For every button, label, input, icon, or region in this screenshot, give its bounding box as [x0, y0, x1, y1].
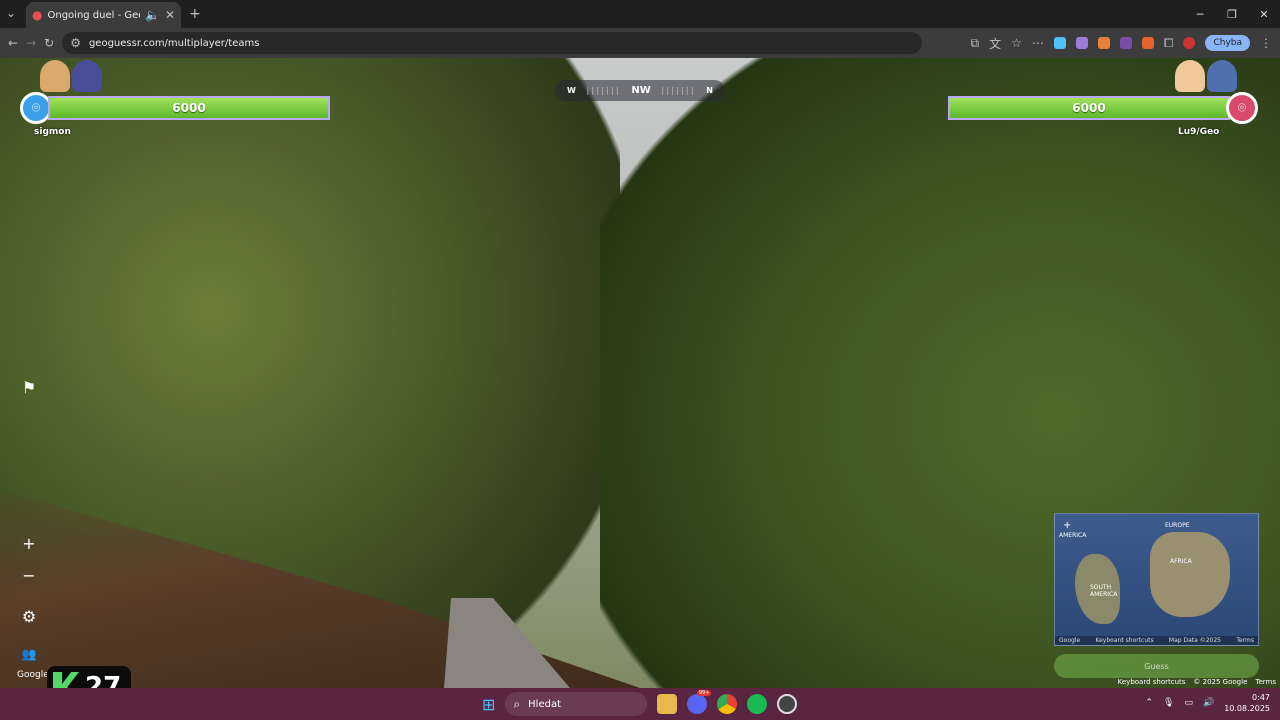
browser-tab-strip: ⌄ ● Ongoing duel - GeoGuessr 🔈 ✕ + ─ ❐ ✕	[0, 0, 1280, 28]
map-label-south-america: SOUTH AMERICA	[1090, 584, 1118, 598]
right-team-health: 6000 ⌾	[948, 92, 1258, 124]
clock-date: 10.08.2025	[1224, 704, 1270, 713]
network-icon[interactable]: ▭	[1184, 698, 1193, 708]
health-bar-right: 6000	[948, 96, 1230, 120]
extension-5-icon[interactable]	[1141, 37, 1154, 49]
minimap-expand-icon[interactable]: +	[1063, 520, 1071, 531]
right-team-avatars	[1175, 60, 1237, 92]
url-bar[interactable]: ⚙ geoguessr.com/multiplayer/teams	[62, 32, 923, 54]
terms-link[interactable]: Terms	[1255, 678, 1276, 686]
forward-arrow-icon[interactable]: →	[26, 36, 36, 50]
profile-error-button[interactable]: Chyba	[1205, 35, 1250, 51]
system-clock[interactable]: 0:47 10.08.2025	[1224, 692, 1270, 714]
player-avatar	[1175, 60, 1205, 92]
extension-more-icon[interactable]: ⋯	[1032, 36, 1044, 50]
taskbar-search[interactable]: ⌕ Hledat	[505, 692, 648, 716]
window-controls: ─ ❐ ✕	[1184, 0, 1280, 28]
compass-west: W	[567, 86, 576, 95]
compass: W ||||||| NW ||||||| N	[555, 80, 725, 101]
search-placeholder: Hledat	[528, 698, 561, 710]
minimap-google-logo: Google	[1059, 637, 1081, 644]
back-arrow-icon[interactable]: ←	[8, 36, 18, 50]
health-bar-left: 6000	[48, 96, 330, 120]
extension-3-icon[interactable]	[1097, 37, 1110, 49]
map-label-europe: EUROPE	[1165, 522, 1190, 529]
bookmark-star-icon[interactable]: ☆	[1011, 36, 1022, 50]
guess-button[interactable]: Guess	[1054, 654, 1259, 678]
player-avatar	[72, 60, 102, 92]
player-avatar	[40, 60, 70, 92]
browser-toolbar: ← → ↻ ⚙ geoguessr.com/multiplayer/teams …	[0, 28, 1280, 58]
player-name-right: Lu9/Geo	[1178, 127, 1220, 137]
compass-north: N	[706, 86, 713, 95]
zoom-in-icon[interactable]: +	[16, 530, 42, 556]
minimize-icon[interactable]: ─	[1184, 0, 1216, 28]
install-app-icon[interactable]: ⧉	[970, 36, 979, 51]
extensions-area: ⧉ 文 ☆ ⋯ ⧠ Chyba ⋮	[970, 35, 1280, 52]
reload-icon[interactable]: ↻	[44, 36, 54, 50]
map-label-america: AMERICA	[1059, 532, 1087, 539]
zoom-out-icon[interactable]: −	[16, 562, 42, 588]
extension-4-icon[interactable]	[1119, 37, 1132, 49]
discord-badge: 99+	[696, 690, 712, 696]
street-view-footer: Keyboard shortcuts © 2025 Google Terms	[1118, 678, 1276, 686]
map-label-africa: AFRICA	[1170, 558, 1192, 565]
browser-menu-icon[interactable]: ⋮	[1260, 36, 1272, 50]
system-tray: ⌃ 🎙 ▭ 🔊 0:47 10.08.2025	[1145, 692, 1270, 714]
minimap-footer: Google Keyboard shortcuts Map Data ©2025…	[1055, 636, 1258, 645]
windows-taskbar: ⊞ ⌕ Hledat 99+ ⌃ 🎙 ▭ 🔊 0:47 10.08.2025	[0, 688, 1280, 720]
app-icon[interactable]	[777, 694, 798, 714]
close-window-icon[interactable]: ✕	[1248, 0, 1280, 28]
discord-icon[interactable]: 99+	[687, 690, 712, 714]
geoguessr-favicon-icon: ●	[32, 8, 43, 22]
minimap-shortcuts[interactable]: Keyboard shortcuts	[1095, 637, 1153, 644]
spotify-icon[interactable]	[747, 694, 768, 714]
tab-audio-icon[interactable]: 🔈	[145, 8, 160, 22]
minimap-mapdata: Map Data ©2025	[1168, 637, 1221, 644]
africa-europe-landmass	[1150, 532, 1230, 617]
tab-title: Ongoing duel - GeoGuessr	[47, 9, 140, 21]
report-location-icon[interactable]: ⚑	[16, 374, 42, 400]
player-name-left: sigmon	[34, 127, 71, 137]
search-icon: ⌕	[513, 696, 521, 711]
site-info-icon[interactable]: ⚙	[70, 36, 81, 50]
profile-avatar-icon[interactable]	[1183, 37, 1196, 49]
translate-icon[interactable]: 文	[989, 35, 1001, 52]
extension-2-icon[interactable]	[1075, 37, 1088, 49]
google-watermark: Google	[17, 670, 49, 680]
guess-minimap[interactable]: AMERICA EUROPE AFRICA SOUTH AMERICA + Go…	[1054, 513, 1259, 646]
copyright-text: © 2025 Google	[1193, 678, 1248, 686]
keyboard-shortcuts-link[interactable]: Keyboard shortcuts	[1118, 678, 1186, 686]
left-team-health: ⌾ 6000	[20, 92, 330, 124]
chrome-icon[interactable]	[717, 694, 738, 714]
browser-tab-active[interactable]: ● Ongoing duel - GeoGuessr 🔈 ✕	[26, 2, 181, 28]
settings-gear-icon[interactable]: ⚙	[16, 603, 42, 629]
team-chat-icon[interactable]: 👥	[16, 641, 42, 667]
file-explorer-icon[interactable]	[657, 694, 678, 714]
clock-time: 0:47	[1252, 693, 1270, 702]
minimap-terms[interactable]: Terms	[1236, 637, 1254, 644]
new-tab-plus-icon[interactable]: +	[189, 6, 201, 22]
compass-heading: NW	[631, 85, 651, 96]
microphone-icon[interactable]: 🎙	[1163, 698, 1174, 708]
left-team-avatars	[40, 60, 102, 92]
extensions-puzzle-icon[interactable]: ⧠	[1164, 36, 1174, 51]
tab-close-icon[interactable]: ✕	[165, 8, 175, 22]
url-text: geoguessr.com/multiplayer/teams	[88, 37, 260, 49]
tray-chevron-icon[interactable]: ⌃	[1145, 698, 1153, 708]
tab-search-chevron-icon[interactable]: ⌄	[6, 6, 16, 20]
extension-1-icon[interactable]	[1053, 37, 1066, 49]
taskbar-apps: ⊞ ⌕ Hledat 99+	[482, 690, 798, 716]
map-pin-icon: ⌾	[1226, 92, 1258, 124]
player-avatar	[1207, 60, 1237, 92]
restore-icon[interactable]: ❐	[1216, 0, 1248, 28]
volume-icon[interactable]: 🔊	[1203, 698, 1214, 708]
windows-start-icon[interactable]: ⊞	[482, 695, 495, 714]
